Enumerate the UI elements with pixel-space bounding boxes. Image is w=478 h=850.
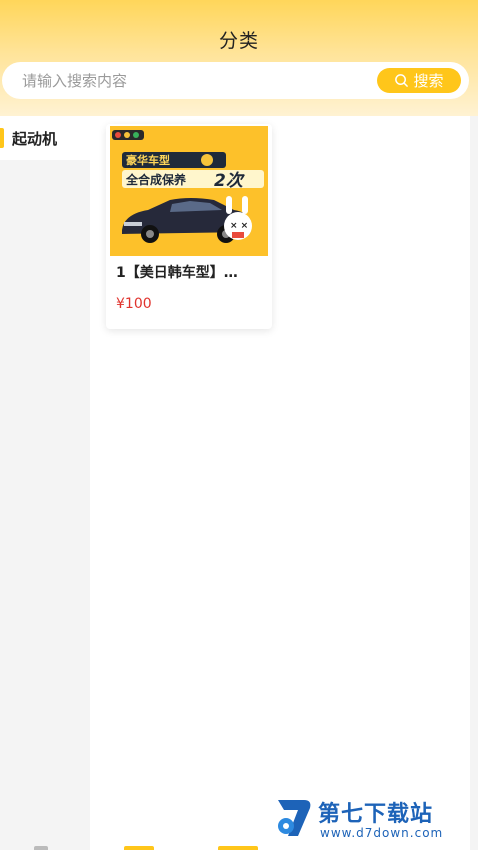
search-bar: 搜索: [2, 62, 469, 99]
active-indicator: [0, 128, 4, 148]
bottom-tabbar-hint: [0, 846, 478, 850]
watermark-logo-icon: [278, 800, 311, 836]
sidebar-item-starter[interactable]: 起动机: [0, 116, 90, 160]
image-count: 2次: [214, 171, 246, 191]
page-edge: [470, 116, 478, 850]
header: 分类 搜索: [0, 0, 478, 120]
search-icon: [395, 74, 409, 87]
product-price: ¥100: [116, 296, 152, 312]
product-list: 豪华车型 全合成保养 2次 × × 1【美日韩车型】… ¥100: [90, 116, 470, 850]
image-subheadline: 全合成保养: [125, 172, 186, 187]
image-headline: 豪华车型: [126, 153, 170, 167]
product-card[interactable]: 豪华车型 全合成保养 2次 × × 1【美日韩车型】… ¥100: [106, 124, 272, 329]
tab-icon-hint: [124, 846, 154, 850]
search-button-label: 搜索: [413, 72, 444, 90]
sidebar-item-label: 起动机: [12, 129, 58, 148]
search-button[interactable]: 搜索: [377, 68, 461, 93]
product-title: 1【美日韩车型】…: [116, 265, 238, 281]
watermark-url: www.d7down.com: [320, 826, 444, 840]
svg-text:× ×: × ×: [230, 221, 248, 231]
page-title: 分类: [218, 30, 259, 52]
category-sidebar: 起动机: [0, 116, 90, 850]
tab-icon-hint: [34, 846, 48, 850]
site-watermark: 第七下载站 www.d7down.com: [274, 794, 474, 846]
product-image: 豪华车型 全合成保养 2次 × ×: [110, 126, 268, 256]
tab-icon-hint: [218, 846, 258, 850]
search-input[interactable]: [22, 62, 362, 99]
watermark-name: 第七下载站: [318, 802, 434, 827]
